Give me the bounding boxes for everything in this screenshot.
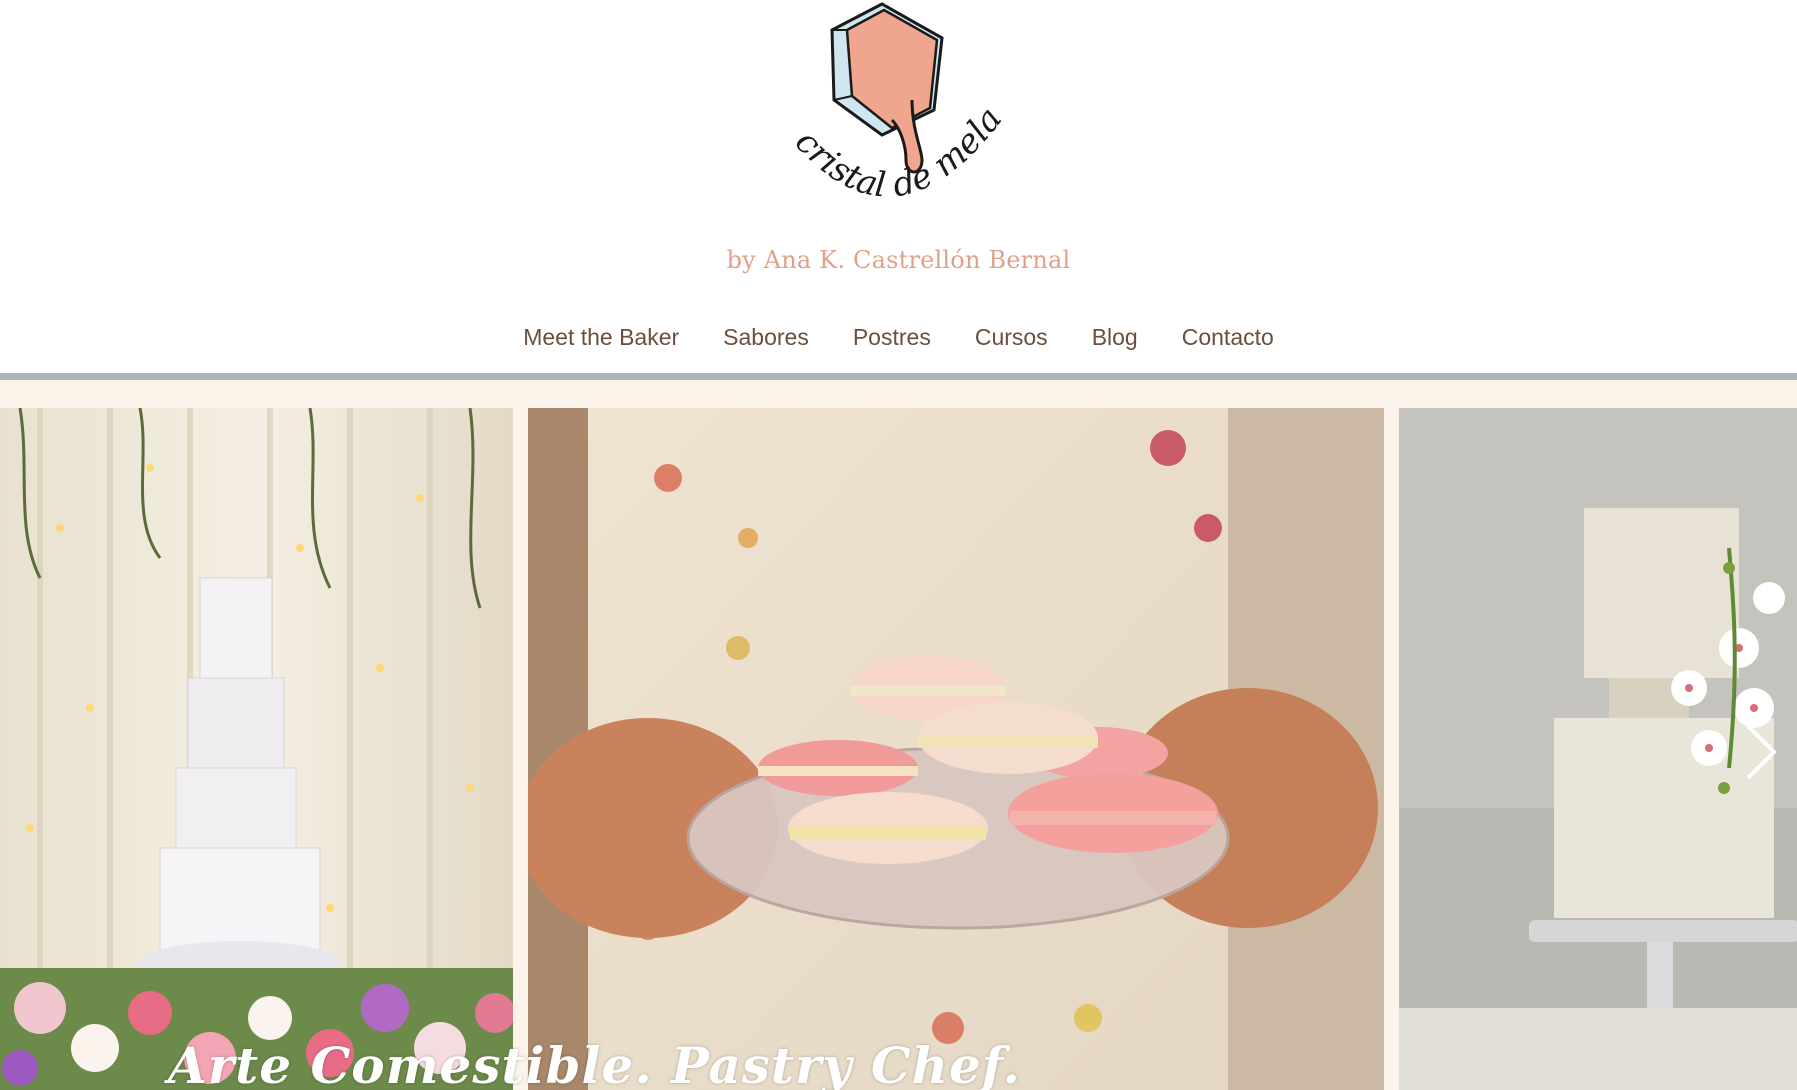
gallery-slide-wedding-cake[interactable] [0,408,513,1090]
crystal-icon [830,2,944,174]
nav-divider [0,373,1797,380]
nav-item-postres[interactable]: Postres [831,320,953,354]
gallery-slide-macarons[interactable] [528,408,1384,1090]
hero-tagline: Arte Comestible. Pastry Chef. [168,1036,1021,1090]
byline: by Ana K. Castrellón Bernal [726,246,1071,274]
brand-logo[interactable]: cristal de melaza [772,0,1022,235]
main-nav: Meet the Baker Sabores Postres Cursos Bl… [0,320,1797,354]
hero-gallery [0,380,1797,1090]
nav-item-meet-the-baker[interactable]: Meet the Baker [501,320,701,354]
nav-item-blog[interactable]: Blog [1070,320,1160,354]
gallery-slide-orchid-cake[interactable] [1399,408,1797,1090]
site-header: cristal de melaza by Ana K. Castrellón B… [0,0,1797,374]
nav-item-sabores[interactable]: Sabores [701,320,831,354]
nav-item-contacto[interactable]: Contacto [1160,320,1296,354]
nav-item-cursos[interactable]: Cursos [953,320,1070,354]
chevron-right-icon[interactable] [1740,720,1780,784]
